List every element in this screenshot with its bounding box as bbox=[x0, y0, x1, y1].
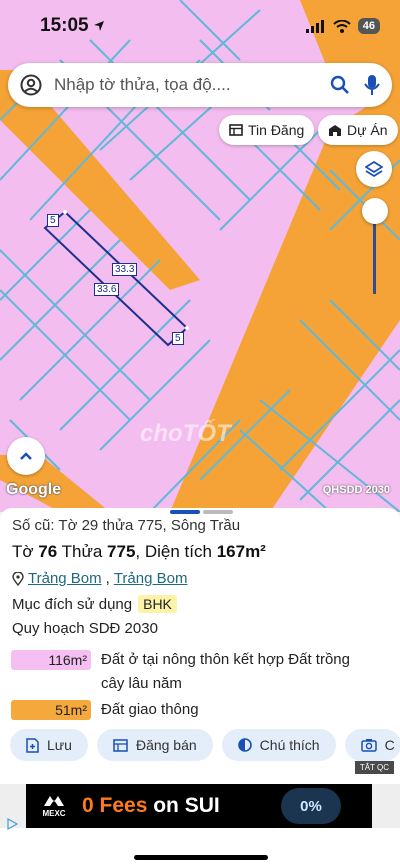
sheet-handle[interactable] bbox=[170, 510, 233, 515]
legend-text: Đất ở tại nông thôn kết hợp Đất trồng bbox=[101, 651, 350, 668]
layers-icon bbox=[365, 160, 383, 178]
sheet-number: 76 bbox=[38, 542, 58, 561]
map-layer-label: QHSDD 2030 bbox=[322, 484, 390, 496]
edge-label: 5 bbox=[47, 214, 59, 227]
ad-coin-label: 0% bbox=[300, 797, 322, 815]
chevron-up-icon bbox=[20, 452, 32, 460]
save-icon bbox=[26, 737, 39, 753]
parcel-summary: Tờ 76 Thửa 775, Diện tích 167m² bbox=[12, 542, 266, 561]
listing-icon bbox=[113, 738, 128, 752]
projects-button[interactable]: Dự Án bbox=[318, 115, 398, 145]
ad-coin-graphic: 0% bbox=[281, 788, 341, 824]
listings-label: Tin Đăng bbox=[248, 122, 305, 138]
hide-ad-button[interactable]: TẮT QC bbox=[354, 761, 394, 774]
camera-icon bbox=[360, 739, 377, 752]
purpose-code-badge: BHK bbox=[138, 595, 177, 613]
camera-button[interactable]: C bbox=[344, 729, 400, 761]
map-pin-icon bbox=[12, 571, 24, 586]
parcel-area: 167m² bbox=[216, 542, 266, 561]
land-use-purpose: Mục đích sử dụng BHK bbox=[12, 595, 392, 613]
listings-button[interactable]: Tin Đăng bbox=[219, 115, 315, 145]
projects-label: Dự Án bbox=[347, 122, 388, 138]
signal-icon bbox=[305, 19, 324, 33]
status-bar: 15:05 46 bbox=[0, 0, 400, 52]
mexc-logo-icon bbox=[44, 795, 64, 806]
search-input[interactable] bbox=[54, 75, 330, 95]
watermark: choTỐT bbox=[140, 420, 231, 447]
legend-button[interactable]: Chú thích bbox=[221, 729, 336, 761]
legend-item-traffic: 51m² Đất giao thông bbox=[11, 698, 199, 722]
contrast-icon bbox=[237, 738, 252, 752]
opacity-slider-track[interactable] bbox=[373, 212, 376, 294]
legend-text: cây lâu năm bbox=[101, 675, 182, 692]
ad-margin bbox=[372, 784, 400, 828]
edge-label: 5 bbox=[172, 332, 184, 345]
google-logo: Google bbox=[6, 481, 62, 498]
ad-brand-name: MEXC bbox=[42, 808, 66, 818]
legend-item-residential: 116m² Đất ở tại nông thôn kết hợp Đất tr… bbox=[11, 648, 350, 696]
edge-label: 33.6 bbox=[94, 283, 120, 296]
edge-label: 33.3 bbox=[112, 263, 138, 276]
action-bar: Lưu Đăng bán Chú thích C bbox=[10, 729, 400, 761]
wifi-icon bbox=[333, 19, 351, 33]
plan-title: Quy hoạch SDĐ 2030 bbox=[12, 620, 158, 637]
building-icon bbox=[329, 124, 341, 136]
ad-banner[interactable]: MEXC 0 Fees on SUI 0% bbox=[26, 784, 372, 828]
old-parcel-info: Số cũ: Tờ 29 thửa 775, Sông Trầu bbox=[12, 517, 241, 534]
ad-margin bbox=[0, 784, 26, 830]
status-time: 15:05 bbox=[40, 15, 89, 36]
battery-icon: 46 bbox=[357, 18, 380, 34]
ad-play-icon bbox=[7, 818, 18, 830]
expand-up-button[interactable] bbox=[7, 437, 45, 475]
account-icon[interactable] bbox=[20, 74, 42, 96]
search-icon[interactable] bbox=[330, 75, 350, 95]
home-indicator bbox=[134, 855, 268, 860]
opacity-slider-thumb[interactable] bbox=[362, 198, 388, 224]
legend-text: Đất giao thông bbox=[101, 701, 199, 718]
layers-button[interactable] bbox=[356, 151, 392, 187]
search-bar[interactable] bbox=[8, 63, 392, 107]
location-row: Trảng Bom, Trảng Bom bbox=[12, 570, 392, 587]
microphone-icon[interactable] bbox=[364, 74, 380, 96]
save-button[interactable]: Lưu bbox=[10, 729, 88, 761]
map-view[interactable]: 5 33.3 33.6 5 choTỐT 15:05 46 Nhập tờ th… bbox=[0, 0, 400, 512]
plot-number: 775 bbox=[107, 542, 136, 561]
legend-swatch: 51m² bbox=[11, 700, 91, 720]
listings-icon bbox=[229, 124, 243, 136]
ward-link[interactable]: Trảng Bom bbox=[114, 570, 188, 587]
district-link[interactable]: Trảng Bom bbox=[28, 570, 102, 587]
post-for-sale-button[interactable]: Đăng bán bbox=[96, 729, 213, 761]
legend-swatch: 116m² bbox=[11, 650, 91, 670]
location-arrow-icon bbox=[93, 21, 104, 31]
parcel-info-sheet[interactable]: Số cũ: Tờ 29 thửa 775, Sông Trầu Tờ 76 T… bbox=[0, 508, 400, 868]
ad-headline: 0 Fees on SUI bbox=[82, 794, 220, 817]
